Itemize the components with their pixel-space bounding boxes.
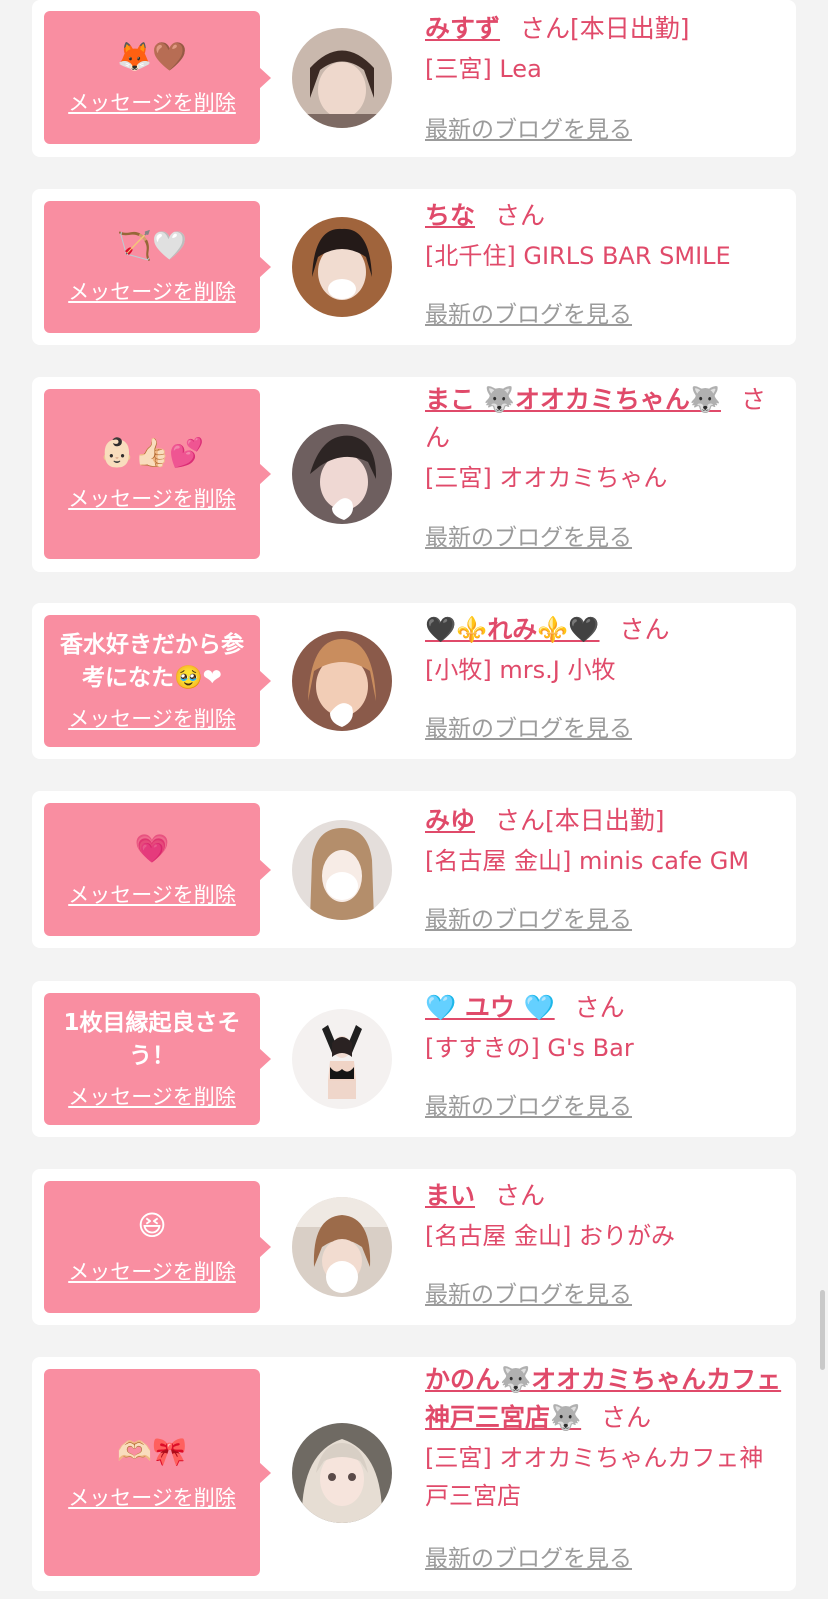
cast-name-link[interactable]: まこ 🐺オオカミちゃん🐺: [425, 385, 721, 414]
avatar[interactable]: [292, 631, 392, 731]
latest-blog-link[interactable]: 最新のブログを見る: [425, 1087, 632, 1121]
cast-info: 🖤⚜️れみ⚜️🖤 さん [小牧] mrs.J 小牧 最新のブログを見る: [425, 611, 785, 742]
shop-name: [すすきの] G's Bar: [425, 1034, 634, 1062]
message-bubble: 😆 メッセージを削除: [44, 1181, 271, 1313]
honorific: さん: [601, 1403, 652, 1432]
shop-name: [小牧] mrs.J 小牧: [425, 656, 616, 684]
honorific: さん: [495, 1181, 546, 1210]
message-card: 💗 メッセージを削除 みゆ さん[本日出勤] [名古屋 金山] minis caf…: [32, 791, 796, 948]
cast-name-link[interactable]: ちな: [425, 201, 475, 230]
delete-message-link[interactable]: メッセージを削除: [68, 879, 236, 909]
message-card: 🏹🤍 メッセージを削除 ちな さん [北千住] GIRLS BAR SMILE 最…: [32, 189, 796, 345]
message-text: 🦊🤎: [117, 39, 187, 73]
message-card: 1枚目縁起良さそう！ メッセージを削除 🩵 ユウ 🩵 さん [すすきの] G's …: [32, 981, 796, 1137]
latest-blog-link[interactable]: 最新のブログを見る: [425, 1539, 632, 1573]
cast-info: かのん🐺オオカミちゃんカフェ神戸三宮店🐺 さん [三宮] オオカミちゃんカフェ神戸…: [425, 1361, 785, 1572]
cast-name-link[interactable]: みゆ: [425, 806, 475, 835]
latest-blog-link[interactable]: 最新のブログを見る: [425, 709, 632, 743]
avatar[interactable]: [292, 217, 392, 317]
message-bubble: 🦊🤎 メッセージを削除: [44, 11, 271, 144]
latest-blog-link[interactable]: 最新のブログを見る: [425, 1275, 632, 1309]
delete-message-link[interactable]: メッセージを削除: [68, 276, 236, 306]
shop-name: [三宮] オオカミちゃん: [425, 464, 668, 492]
delete-message-link[interactable]: メッセージを削除: [68, 1482, 236, 1512]
message-card: 🫶🏻🎀 メッセージを削除 かのん🐺オオカミちゃんカフェ神戸三宮店🐺 さん [三宮]…: [32, 1357, 796, 1591]
cast-info: みすず さん[本日出勤] [三宮] Lea 最新のブログを見る: [425, 10, 785, 143]
avatar[interactable]: [292, 1197, 392, 1297]
message-text: 🫶🏻🎀: [117, 1434, 187, 1468]
latest-blog-link[interactable]: 最新のブログを見る: [425, 518, 632, 552]
message-card: 🦊🤎 メッセージを削除 みすず さん[本日出勤] [三宮] Lea 最新のブログを…: [32, 0, 796, 157]
message-bubble: 1枚目縁起良さそう！ メッセージを削除: [44, 993, 271, 1125]
shop-name: [名古屋 金山] minis cafe GM: [425, 847, 750, 875]
message-bubble: 🏹🤍 メッセージを削除: [44, 201, 271, 333]
cast-name-link[interactable]: みすず: [425, 14, 500, 43]
shop-name: [北千住] GIRLS BAR SMILE: [425, 242, 731, 270]
honorific: さん[本日出勤]: [520, 14, 690, 43]
message-bubble: 💗 メッセージを削除: [44, 803, 271, 936]
scrollbar[interactable]: [820, 1290, 825, 1370]
honorific: さん: [495, 201, 546, 230]
honorific: さん: [619, 615, 670, 644]
cast-info: ちな さん [北千住] GIRLS BAR SMILE 最新のブログを見る: [425, 197, 785, 328]
cast-name-link[interactable]: 🩵 ユウ 🩵: [425, 993, 555, 1022]
honorific: さん: [574, 993, 625, 1022]
shop-name: [三宮] オオカミちゃんカフェ神戸三宮店: [425, 1444, 764, 1510]
cast-info: まこ 🐺オオカミちゃん🐺 さん [三宮] オオカミちゃん 最新のブログを見る: [425, 381, 785, 551]
message-text: 🏹🤍: [117, 229, 187, 262]
message-card: 👶🏻👍🏻💕 メッセージを削除 まこ 🐺オオカミちゃん🐺 さん [三宮] オオカミち…: [32, 377, 796, 572]
avatar[interactable]: [292, 28, 392, 128]
message-bubble: 🫶🏻🎀 メッセージを削除: [44, 1369, 271, 1576]
latest-blog-link[interactable]: 最新のブログを見る: [425, 900, 632, 934]
delete-message-link[interactable]: メッセージを削除: [68, 87, 236, 117]
message-text: 😆: [137, 1209, 167, 1242]
cast-info: 🩵 ユウ 🩵 さん [すすきの] G's Bar 最新のブログを見る: [425, 989, 785, 1120]
cast-info: みゆ さん[本日出勤] [名古屋 金山] minis cafe GM 最新のブログ…: [425, 802, 785, 933]
shop-name: [名古屋 金山] おりがみ: [425, 1222, 675, 1250]
avatar[interactable]: [292, 1009, 392, 1109]
message-card: 香水好きだから参考になた🥹❤︎ メッセージを削除 🖤⚜️れみ⚜️🖤 さん [小牧]…: [32, 603, 796, 759]
latest-blog-link[interactable]: 最新のブログを見る: [425, 295, 632, 329]
cast-name-link[interactable]: まい: [425, 1181, 475, 1210]
honorific: さん[本日出勤]: [495, 806, 665, 835]
avatar[interactable]: [292, 424, 392, 524]
message-text: 1枚目縁起良さそう！: [63, 1010, 241, 1069]
message-text: 💗: [134, 831, 170, 865]
message-card: 😆 メッセージを削除 まい さん [名古屋 金山] おりがみ 最新のブログを見る: [32, 1169, 796, 1325]
cast-name-link[interactable]: 🖤⚜️れみ⚜️🖤: [425, 615, 600, 644]
shop-name: [三宮] Lea: [425, 55, 542, 83]
message-bubble: 香水好きだから参考になた🥹❤︎ メッセージを削除: [44, 615, 271, 747]
avatar[interactable]: [292, 1423, 392, 1523]
delete-message-link[interactable]: メッセージを削除: [68, 703, 236, 733]
delete-message-link[interactable]: メッセージを削除: [68, 1081, 236, 1111]
delete-message-link[interactable]: メッセージを削除: [68, 1256, 236, 1286]
avatar[interactable]: [292, 820, 392, 920]
latest-blog-link[interactable]: 最新のブログを見る: [425, 110, 632, 144]
message-bubble: 👶🏻👍🏻💕 メッセージを削除: [44, 389, 271, 559]
message-text: 👶🏻👍🏻💕: [99, 436, 205, 469]
message-text: 香水好きだから参考になた🥹❤︎: [60, 632, 244, 691]
delete-message-link[interactable]: メッセージを削除: [68, 483, 236, 513]
cast-info: まい さん [名古屋 金山] おりがみ 最新のブログを見る: [425, 1177, 785, 1308]
